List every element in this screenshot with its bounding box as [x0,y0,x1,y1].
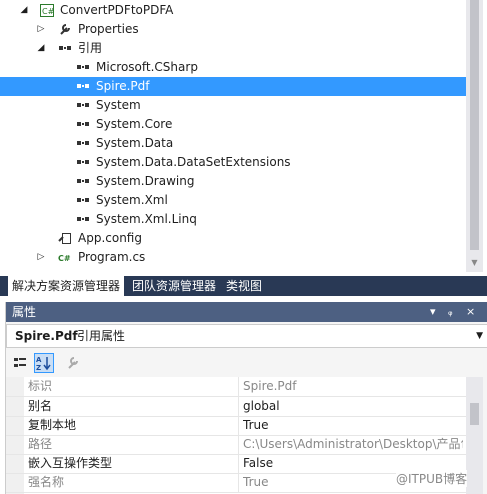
tree-item-label: Spire.Pdf [96,79,150,93]
properties-window: 属性 ▾ ᵩ × Spire.Pdf 引用属性 ▼ AZ 标识 Spire.Pdf… [5,302,487,494]
categorized-icon[interactable] [10,353,30,373]
property-row[interactable]: 别名 global [6,397,466,417]
reference-icon [76,80,90,93]
properties-title: 属性 [12,305,37,319]
reference-icon [76,175,90,188]
object-name: Spire.Pdf [15,329,78,343]
tab-solution-explorer[interactable]: 解决方案资源管理器 [8,276,125,296]
csharp-file-icon: C# [58,251,72,264]
tree-item-label: System.Drawing [96,174,195,188]
expander-icon[interactable]: ▷ [36,20,46,39]
tool-window-tabs: 解决方案资源管理器 团队资源管理器 类视图 [0,276,487,296]
tree-item-label: System.Data.DataSetExtensions [96,155,291,169]
tab-team-explorer[interactable]: 团队资源管理器 [128,276,220,296]
tree-item-reference-selected[interactable]: Spire.Pdf [0,77,466,96]
references-icon [58,42,72,55]
object-selector[interactable]: Spire.Pdf 引用属性 ▼ [6,324,487,348]
property-grid-scrollbar[interactable] [466,377,483,494]
reference-icon [76,118,90,131]
property-value[interactable]: True [243,416,463,435]
property-value[interactable]: Spire.Pdf [243,377,463,396]
tree-item-reference[interactable]: Microsoft.CSharp [0,58,466,77]
tree-item-references[interactable]: ◢ 引用 [0,39,466,58]
scrollbar-thumb[interactable] [470,0,479,250]
chevron-down-icon[interactable]: ▼ [476,325,483,347]
explorer-scrollbar[interactable]: ▼ [466,0,483,272]
tree-item-config[interactable]: App.config [0,229,466,248]
reference-icon [76,137,90,150]
property-key: 别名 [28,397,239,416]
tab-class-view[interactable]: 类视图 [222,276,266,296]
reference-icon [76,194,90,207]
tree-item-reference[interactable]: System.Drawing [0,172,466,191]
svg-text:Z: Z [36,364,41,372]
object-kind: 引用属性 [77,329,126,343]
tree-item-properties[interactable]: ▷ Properties [0,20,466,39]
wrench-icon [58,23,72,36]
dropdown-icon[interactable]: ▾ [430,302,436,322]
tree-item-label: System.Data [96,136,174,150]
tree-item-label: Microsoft.CSharp [96,60,198,74]
property-key: 强名称 [28,473,239,492]
tree-item-label: System [96,98,141,112]
tree-item-label: System.Core [96,117,173,131]
expander-icon[interactable]: ▷ [36,248,46,267]
expander-icon[interactable]: ◢ [36,39,46,58]
scroll-down-icon[interactable]: ▼ [466,258,483,270]
tree-item-label: App.config [78,231,142,245]
reference-icon [76,213,90,226]
tree-item-label: Properties [78,22,139,36]
reference-icon [76,99,90,112]
tree-item-reference[interactable]: System.Data.DataSetExtensions [0,153,466,172]
tree-item-project[interactable]: ◢ C# ConvertPDFtoPDFA [0,1,466,20]
tree-item-label: System.Xml.Linq [96,212,197,226]
close-icon[interactable]: × [466,302,475,322]
property-row[interactable]: 标识 Spire.Pdf [6,377,466,397]
wrench-icon[interactable] [64,353,84,373]
property-value[interactable]: global [243,397,463,416]
tree-item-label: 引用 [78,41,103,55]
scrollbar-thumb[interactable] [470,403,479,425]
tree-item-label: Program.cs [78,250,146,264]
tree-item-reference[interactable]: System.Core [0,115,466,134]
tree-item-label: ConvertPDFtoPDFA [60,3,174,17]
property-key: 标识 [28,377,239,396]
svg-text:A: A [36,356,42,364]
tree-item-reference[interactable]: System.Xml [0,191,466,210]
property-key: 路径 [28,435,239,454]
tree-item-csharp-file[interactable]: ▷ C# Program.cs [0,248,466,267]
solution-explorer: ◢ C# ConvertPDFtoPDFA ▷ Properties ◢ 引用 … [0,0,487,276]
pin-icon[interactable]: ᵩ [448,302,453,322]
property-value[interactable]: C:\Users\Administrator\Desktop\产品包 [243,435,463,454]
csharp-project-icon: C# [40,4,55,17]
property-key: 嵌入互操作类型 [28,454,239,473]
property-key: 复制本地 [28,416,239,435]
properties-toolbar: AZ [6,350,487,374]
property-row[interactable]: 路径 C:\Users\Administrator\Desktop\产品包 [6,435,466,455]
svg-text:C#: C# [42,7,54,16]
expander-icon[interactable]: ◢ [19,1,29,20]
tree-item-reference[interactable]: System.Xml.Linq [0,210,466,229]
reference-icon [76,156,90,169]
property-row[interactable]: 复制本地 True [6,416,466,436]
svg-text:C#: C# [58,254,71,263]
tree-item-reference[interactable]: System.Data [0,134,466,153]
watermark: @ITPUB博客 [396,470,468,487]
reference-icon [76,61,90,74]
tree-item-label: System.Xml [96,193,168,207]
alphabetical-icon[interactable]: AZ [34,353,54,373]
tree-item-reference[interactable]: System [0,96,466,115]
properties-header: 属性 ▾ ᵩ × [6,302,487,322]
config-icon [58,232,72,245]
